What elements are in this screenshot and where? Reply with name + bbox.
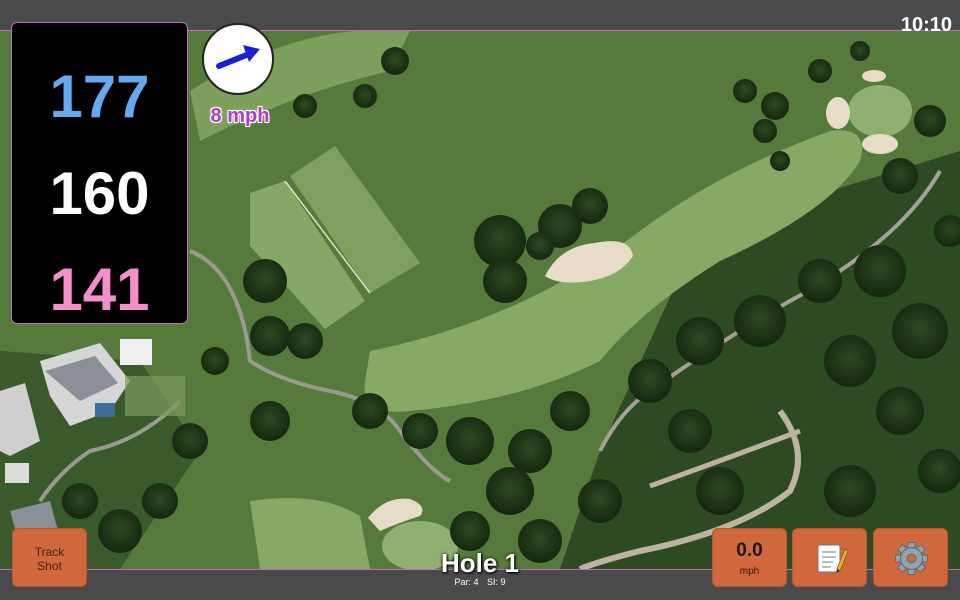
wind-indicator	[202, 23, 274, 95]
gear-icon	[895, 542, 928, 575]
front-distance: 141	[49, 256, 150, 323]
notepad-icon	[817, 544, 849, 573]
wind-speed: 8 mph	[210, 105, 270, 127]
distance-panel: 177 160 141	[11, 22, 188, 324]
hole-title: Hole 1	[440, 548, 520, 578]
hole-si: SI: 9	[487, 577, 506, 587]
arrow-icon	[216, 45, 260, 69]
settings-button[interactable]	[873, 528, 948, 587]
speed-value: 0.0	[736, 540, 763, 561]
status-time: 10:10	[900, 14, 952, 36]
middle-distance: 160	[49, 160, 150, 227]
notes-button[interactable]	[792, 528, 867, 587]
speed-button[interactable]: 0.0 mph	[712, 528, 787, 587]
hole-par: Par: 4	[454, 577, 479, 587]
speed-unit: mph	[739, 566, 760, 577]
back-distance: 177	[49, 63, 150, 130]
hole-info: Par: 4 SI: 9	[380, 577, 580, 587]
track-shot-label: Track Shot	[34, 545, 65, 573]
track-shot-button[interactable]: Track Shot	[12, 528, 87, 587]
